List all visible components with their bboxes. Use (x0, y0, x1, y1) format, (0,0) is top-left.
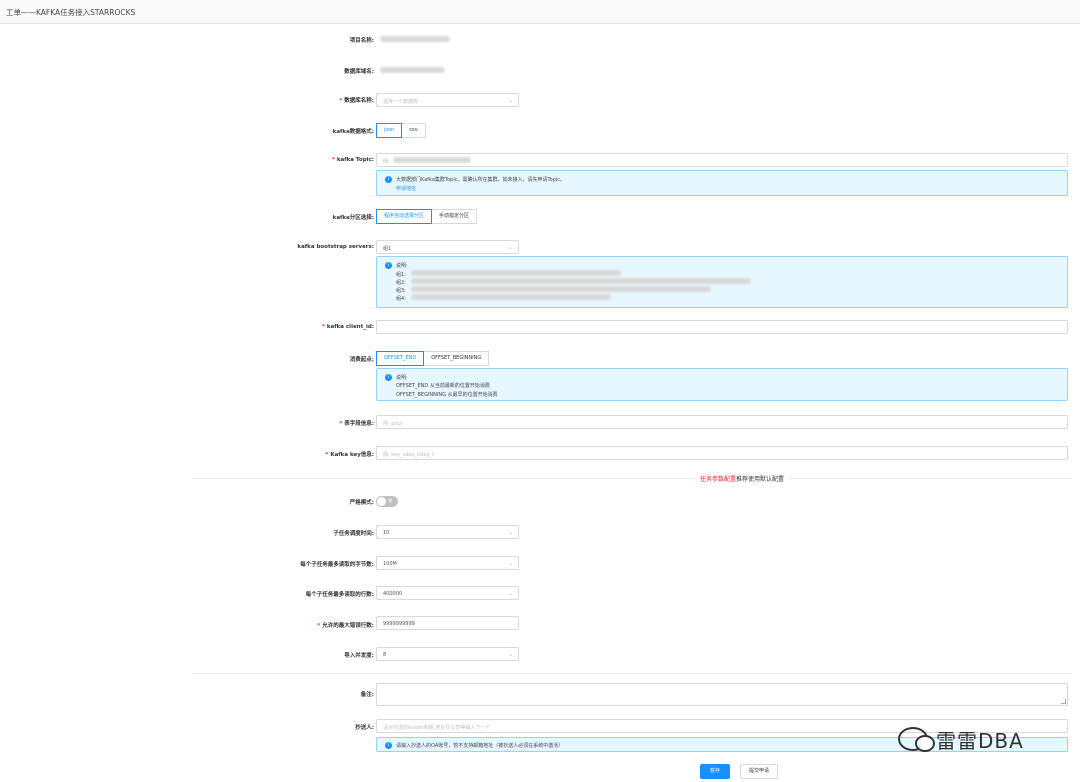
info-icon: i (385, 374, 392, 381)
info-icon: i (385, 262, 392, 269)
remark-textarea[interactable] (376, 683, 1068, 706)
table-fields-input[interactable]: 例: pdur (376, 415, 1068, 429)
db-domain-value (380, 67, 445, 74)
kafka-format-label: kafka数据格式: (332, 129, 374, 135)
offset-toggle: OFFSET_END OFFSET_BEGINNING (376, 351, 490, 366)
chevron-down-icon: ⌄ (507, 590, 513, 597)
subtask-interval-select[interactable]: 10 ⌄ (376, 525, 519, 539)
section-divider (192, 478, 1072, 479)
watermark: 雷雷DBA (898, 722, 1056, 756)
subtask-interval-label: 子任务调度时间: (333, 531, 374, 537)
chevron-down-icon: ⌄ (507, 529, 513, 536)
apply-topic-link[interactable]: 申请地址 (396, 185, 416, 192)
info-icon: i (385, 741, 392, 749)
kafka-topic-label: * kafka Topic: (331, 157, 374, 163)
submit-button[interactable]: 提交申请 (740, 764, 778, 779)
partition-auto-option[interactable]: 程序自动选择分区 (376, 209, 433, 224)
concurrency-select[interactable]: 8 ⌄ (376, 647, 519, 661)
bootstrap-label: kafka bootstrap servers: (297, 244, 374, 250)
partition-label: kafka分区选择: (332, 215, 374, 221)
max-error-rows-label: * 允许的最大错误行数: (317, 623, 374, 629)
format-csv-option[interactable]: csv (402, 123, 426, 138)
strict-mode-label: 严格模式: (349, 500, 374, 506)
offset-beginning-option[interactable]: OFFSET_BEGINNING (424, 351, 490, 366)
remark-label: 备注: (360, 692, 374, 698)
cc-label: 抄送人: (355, 725, 374, 731)
table-fields-label: * 表字段信息: (339, 421, 374, 427)
chevron-down-icon: ⌄ (507, 244, 513, 251)
bootstrap-info-alert: i 说明: 组1: 组2: 组3: 组4: (376, 256, 1068, 308)
concurrency-label: 导入并发度: (344, 653, 374, 659)
strict-mode-switch[interactable]: 关 (376, 496, 398, 507)
kafka-key-input[interactable]: 例: key_sdeq_0deg_t (376, 446, 1068, 460)
form-divider (192, 673, 1072, 674)
client-id-input[interactable] (376, 320, 1068, 334)
window-title-bar: 工单——KAFKA任务接入STARROCKS (0, 0, 1080, 24)
info-icon: i (385, 176, 392, 183)
wechat-logo-icon (898, 727, 935, 752)
max-error-rows-input[interactable]: 9999999999 (376, 616, 519, 630)
client-id-label: * kafka client_id: (321, 324, 374, 330)
topic-info-alert: i 大数据部门Kafka集群Topic，需确认所在集群，如未接入，请先申请Top… (376, 170, 1068, 196)
max-rows-label: 每个子任务最多读取的行数: (305, 592, 374, 598)
kafka-topic-input[interactable]: 例: (376, 153, 1068, 167)
chevron-down-icon: ⌄ (507, 560, 513, 567)
chevron-down-icon: ⌄ (507, 97, 513, 104)
project-name-label: 项目名称: (349, 38, 374, 44)
partition-toggle: 程序自动选择分区 手动指定分区 (376, 209, 478, 224)
db-name-label: * 数据库名称: (339, 98, 374, 104)
resize-handle[interactable] (1061, 699, 1066, 704)
db-name-select[interactable]: 选择一个数据库 ⌄ (376, 93, 519, 107)
kafka-format-toggle: json csv (376, 123, 426, 138)
db-domain-label: 数据库域名: (344, 69, 374, 75)
offset-label: 消费起点: (349, 357, 374, 363)
window-title: 工单——KAFKA任务接入STARROCKS (6, 8, 136, 17)
watermark-text: 雷雷DBA (936, 728, 1024, 753)
project-name-value (380, 36, 450, 43)
save-draft-button[interactable]: 暂存 (700, 764, 730, 779)
format-json-option[interactable]: json (376, 123, 403, 138)
chevron-down-icon: ⌄ (507, 651, 513, 658)
offset-info-alert: i 说明: OFFSET_END 从当前最新的位置开始消费 OFFSET_BEG… (376, 368, 1068, 401)
max-bytes-label: 每个子任务最多读取的字节数: (300, 562, 374, 568)
bootstrap-select[interactable]: 组1 ⌄ (376, 240, 519, 254)
max-bytes-select[interactable]: 100M ⌄ (376, 556, 519, 570)
switch-knob (377, 497, 386, 506)
partition-manual-option[interactable]: 手动指定分区 (432, 209, 478, 224)
max-rows-select[interactable]: 400000 ⌄ (376, 586, 519, 600)
section-title: 任务参数配置推荐使用默认配置 (696, 474, 789, 483)
kafka-key-label: * Kafka key信息: (325, 452, 374, 458)
offset-end-option[interactable]: OFFSET_END (376, 351, 425, 366)
